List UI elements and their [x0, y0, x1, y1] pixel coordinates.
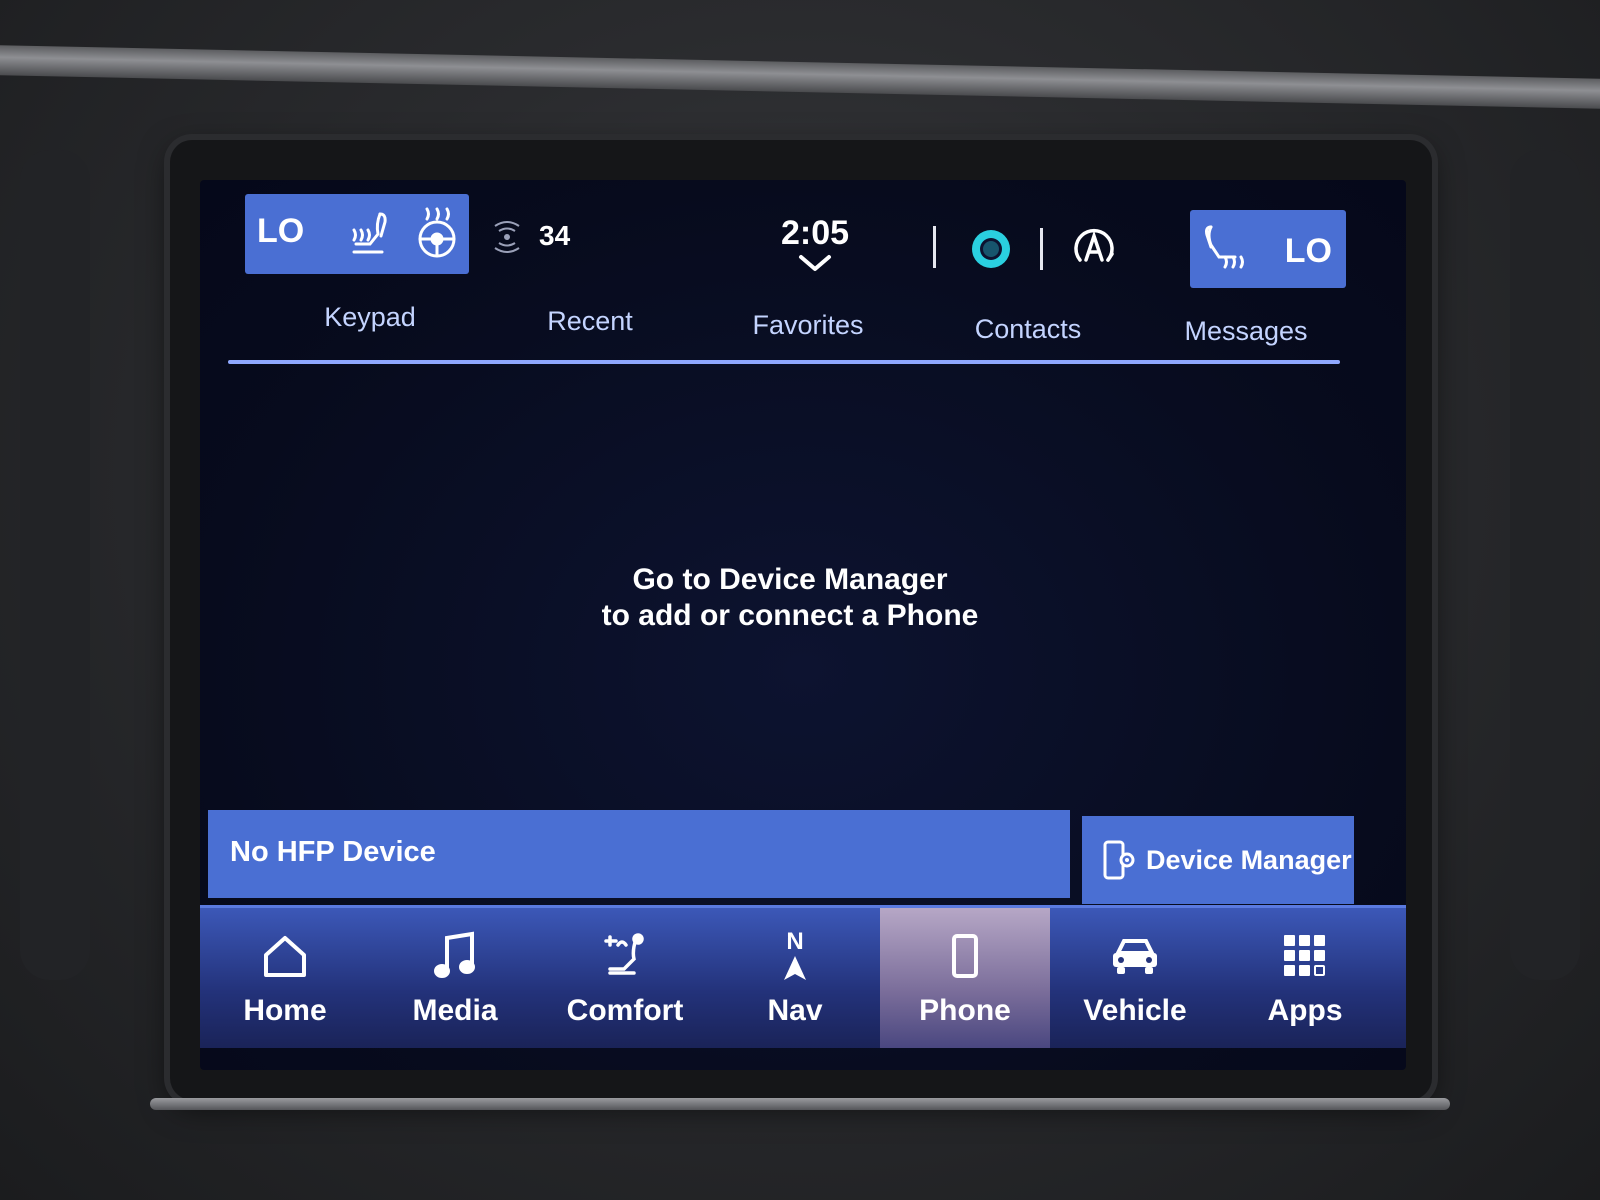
hfp-status-text: No HFP Device — [230, 836, 436, 868]
tab-underline — [228, 360, 1340, 364]
status-separator — [1040, 228, 1043, 270]
compass-north-label: N — [786, 928, 804, 955]
left-air-vent — [20, 150, 90, 980]
clock-time: 2:05 — [780, 214, 850, 252]
nav-vehicle[interactable]: Vehicle — [1050, 908, 1220, 1048]
phone-icon — [940, 928, 990, 984]
nav-apps[interactable]: Apps — [1220, 908, 1390, 1048]
passenger-temp-label: LO — [1284, 232, 1332, 270]
nav-label: Media — [412, 994, 498, 1027]
message-line-1: Go to Device Manager — [632, 563, 948, 596]
bezel-bottom-trim — [150, 1098, 1450, 1110]
bottom-navigation: Home Media Comfort N Nav Phone Vehicle A… — [200, 905, 1406, 1048]
phone-settings-icon — [1102, 839, 1136, 881]
nav-home[interactable]: Home — [200, 908, 370, 1048]
tab-keypad[interactable]: Keypad — [270, 302, 470, 333]
outside-temperature: 34 — [485, 216, 570, 256]
hfp-status-bar: No HFP Device — [208, 810, 1070, 898]
nav-label: Phone — [919, 994, 1011, 1027]
tab-recent[interactable]: Recent — [490, 306, 690, 337]
heated-seat-passenger-icon[interactable] — [1198, 222, 1254, 276]
dashboard-trim — [0, 45, 1600, 109]
passenger-climate-tile[interactable]: LO — [1190, 210, 1346, 288]
outside-temp-value: 34 — [539, 220, 571, 251]
clock[interactable]: 2:05 — [755, 214, 875, 278]
compass-icon: N — [770, 928, 820, 984]
tab-messages[interactable]: Messages — [1146, 316, 1346, 347]
music-note-icon — [430, 928, 480, 984]
right-air-vent — [1510, 150, 1580, 980]
auto-start-stop-icon[interactable] — [1070, 226, 1118, 270]
home-icon — [260, 928, 310, 984]
alexa-icon[interactable] — [970, 228, 1012, 270]
heated-steering-wheel-icon[interactable] — [410, 206, 464, 262]
siriusxm-icon — [485, 216, 529, 256]
chevron-down-icon[interactable] — [795, 255, 835, 277]
apps-grid-icon — [1280, 928, 1330, 984]
message-line-2: to add or connect a Phone — [601, 599, 979, 632]
heated-seat-icon[interactable] — [343, 208, 399, 260]
nav-label: Nav — [767, 994, 823, 1027]
nav-comfort[interactable]: Comfort — [540, 908, 710, 1048]
infotainment-screen: LO 34 2:05 LO Keypad Recent Favorites Co… — [200, 180, 1406, 1070]
seat-icon — [600, 928, 650, 984]
nav-label: Vehicle — [1083, 994, 1187, 1027]
driver-climate-tile[interactable]: LO — [245, 194, 469, 274]
device-manager-button[interactable]: Device Manager — [1082, 816, 1354, 904]
nav-media[interactable]: Media — [370, 908, 540, 1048]
nav-label: Apps — [1267, 994, 1343, 1027]
nav-nav[interactable]: N Nav — [710, 908, 880, 1048]
tab-favorites[interactable]: Favorites — [708, 310, 908, 341]
car-icon — [1110, 928, 1160, 984]
device-manager-label: Device Manager — [1146, 844, 1352, 875]
driver-temp-label: LO — [257, 212, 305, 250]
nav-label: Comfort — [566, 994, 684, 1027]
phone-tabs: Keypad Recent Favorites Contacts Message… — [228, 298, 1338, 360]
nav-phone[interactable]: Phone — [880, 908, 1050, 1048]
status-separator — [933, 226, 936, 268]
nav-label: Home — [243, 994, 327, 1027]
tab-contacts[interactable]: Contacts — [928, 314, 1128, 345]
empty-state-message: Go to Device Manager to add or connect a… — [500, 562, 1080, 634]
